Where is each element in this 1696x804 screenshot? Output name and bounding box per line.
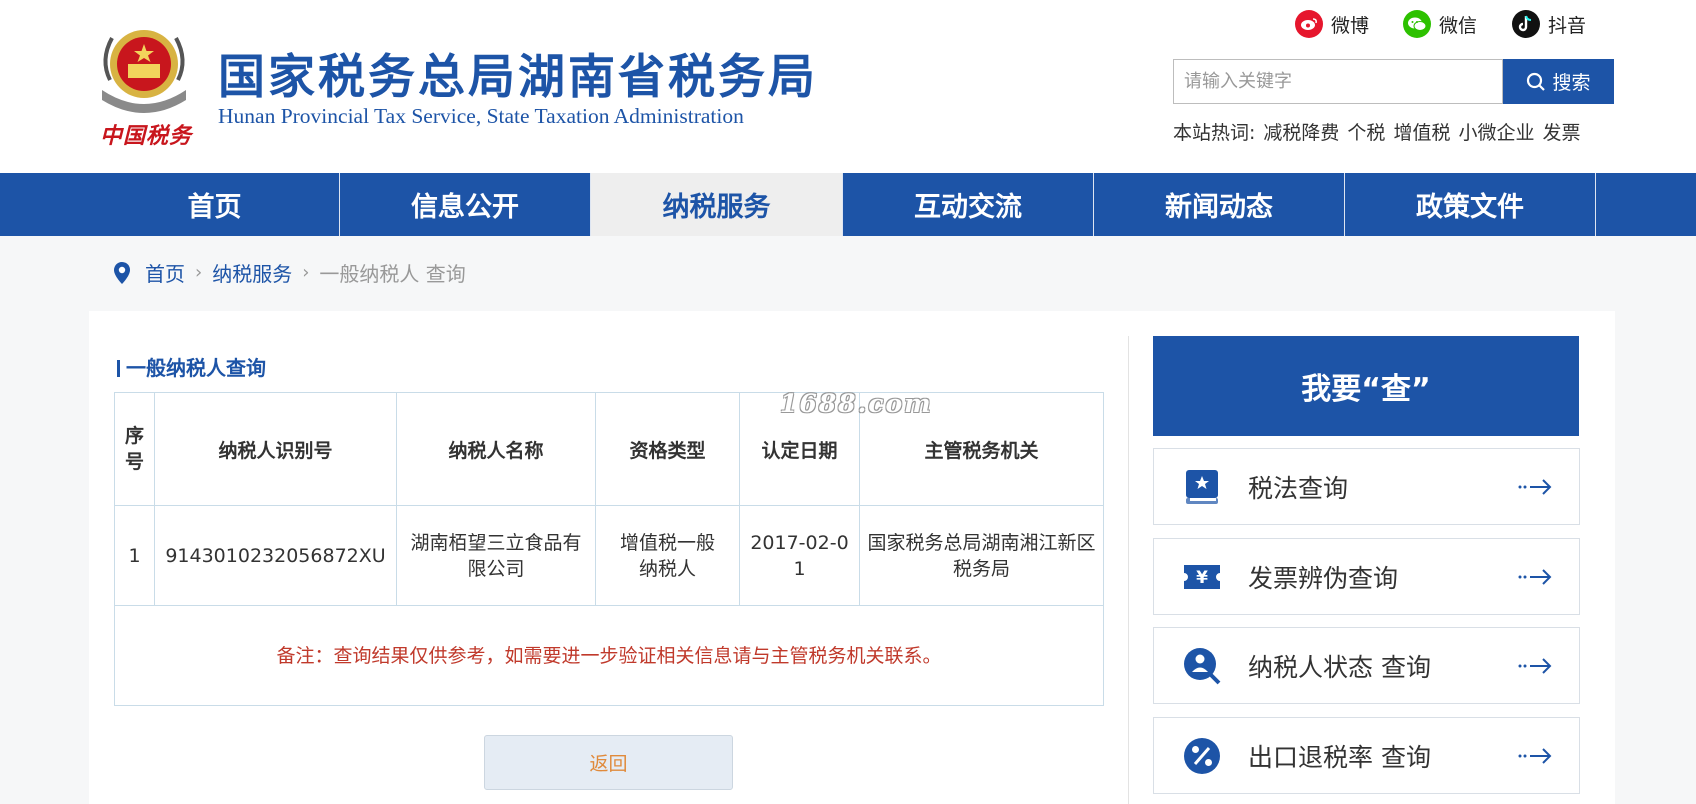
column-header: 纳税人识别号	[154, 392, 397, 506]
table-row: 1 9143010232056872XU 湖南栢望三立食品有限公司 增值税一般纳…	[114, 505, 1104, 606]
social-label: 微信	[1439, 14, 1478, 37]
section-title: 一般纳税人查询	[117, 352, 266, 381]
sidebar-item-export-rebate[interactable]: 出口退税率 查询	[1153, 717, 1580, 794]
nav-item-news[interactable]: 新闻动态	[1094, 173, 1344, 236]
hot-word-link[interactable]: 小微企业	[1458, 118, 1534, 145]
social-label: 微博	[1331, 14, 1370, 37]
search-icon	[1527, 72, 1546, 91]
sidebar-heading: 我要“查”	[1153, 336, 1579, 436]
result-table: 序号 纳税人识别号 纳税人名称 资格类型 认定日期 主管税务机关 1 91430…	[114, 392, 1104, 706]
sidebar-item-label: 纳税人状态 查询	[1248, 652, 1431, 682]
social-link-douyin[interactable]: 抖音	[1512, 10, 1586, 38]
sidebar-item-invoice-check[interactable]: ¥ 发票辨伪查询	[1153, 538, 1580, 615]
column-header: 序号	[114, 392, 155, 506]
location-pin-icon	[114, 261, 130, 284]
book-icon	[1182, 467, 1222, 507]
table-cell: 增值税一般纳税人	[595, 505, 740, 606]
arrow-right-icon	[1518, 568, 1552, 585]
chevron-right-icon: ›	[302, 262, 310, 283]
search-button[interactable]: 搜索	[1503, 59, 1614, 104]
douyin-icon	[1512, 10, 1540, 38]
nav-item-policy[interactable]: 政策文件	[1345, 173, 1595, 236]
nav-divider	[1595, 173, 1596, 236]
svg-text:¥: ¥	[1196, 568, 1208, 588]
breadcrumb: 首页 › 纳税服务 › 一般纳税人 查询	[113, 258, 466, 287]
back-button[interactable]: 返回	[484, 735, 733, 790]
chevron-right-icon: ›	[195, 262, 203, 283]
table-note: 备注：查询结果仅供参考，如需要进一步验证相关信息请与主管税务机关联系。	[114, 605, 1104, 706]
table-note-row: 备注：查询结果仅供参考，如需要进一步验证相关信息请与主管税务机关联系。	[114, 605, 1104, 706]
weibo-icon	[1295, 10, 1323, 38]
hot-words-label: 本站热词:	[1173, 122, 1256, 144]
table-header-row: 序号 纳税人识别号 纳税人名称 资格类型 认定日期 主管税务机关	[114, 392, 1104, 506]
arrow-right-icon	[1518, 478, 1552, 495]
social-link-wechat[interactable]: 微信	[1403, 10, 1477, 38]
sidebar-item-label: 发票辨伪查询	[1248, 563, 1399, 593]
arrow-right-icon	[1518, 657, 1552, 674]
invoice-icon: ¥	[1182, 557, 1222, 597]
site-title: 国家税务总局湖南省税务局	[218, 50, 818, 105]
table-cell: 2017-02-01	[739, 505, 860, 606]
sidebar-item-tax-law[interactable]: 税法查询	[1153, 448, 1580, 525]
breadcrumb-tax-service[interactable]: 纳税服务	[212, 258, 292, 287]
table-cell: 国家税务总局湖南湘江新区税务局	[859, 505, 1104, 606]
hot-word-link[interactable]: 个税	[1347, 118, 1385, 145]
panel-divider	[1128, 336, 1129, 804]
nav-item-home[interactable]: 首页	[90, 173, 339, 236]
social-link-weibo[interactable]: 微博	[1295, 10, 1369, 38]
wechat-icon	[1403, 10, 1431, 38]
sidebar-item-label: 税法查询	[1248, 473, 1349, 503]
person-search-icon	[1182, 646, 1222, 686]
social-label: 抖音	[1548, 14, 1587, 37]
watermark: 1688.com	[780, 389, 933, 418]
column-header: 纳税人名称	[396, 392, 596, 506]
site-header: 中国税务 国家税务总局湖南省税务局 Hunan Provincial Tax S…	[0, 0, 1696, 173]
hot-word-link[interactable]: 减税降费	[1263, 118, 1339, 145]
nav-item-interaction[interactable]: 互动交流	[843, 173, 1093, 236]
main-nav: 首页 信息公开 纳税服务 互动交流 新闻动态 政策文件	[0, 173, 1696, 236]
hot-word-link[interactable]: 增值税	[1393, 118, 1450, 145]
arrow-right-icon	[1518, 747, 1552, 764]
table-cell: 1	[114, 505, 155, 606]
table-cell: 湖南栢望三立食品有限公司	[396, 505, 596, 606]
breadcrumb-current: 一般纳税人 查询	[319, 262, 466, 286]
hot-word-link[interactable]: 发票	[1542, 118, 1580, 145]
nav-item-info[interactable]: 信息公开	[340, 173, 590, 236]
site-subtitle: Hunan Provincial Tax Service, State Taxa…	[218, 104, 744, 128]
table-cell: 9143010232056872XU	[154, 505, 397, 606]
search-input[interactable]	[1174, 60, 1502, 103]
column-header: 资格类型	[595, 392, 740, 506]
search-box	[1173, 59, 1503, 104]
search-button-label: 搜索	[1552, 72, 1591, 94]
nav-item-tax-service[interactable]: 纳税服务	[591, 173, 842, 236]
sidebar-item-label: 出口退税率 查询	[1248, 742, 1431, 772]
sidebar-item-taxpayer-status[interactable]: 纳税人状态 查询	[1153, 627, 1580, 704]
percent-icon	[1182, 736, 1222, 776]
breadcrumb-home[interactable]: 首页	[145, 258, 185, 287]
logo-seal-text: 中国税务	[100, 123, 193, 149]
hot-words: 本站热词: 减税降费 个税 增值税 小微企业 发票	[1173, 118, 1580, 145]
national-emblem-icon	[102, 30, 186, 113]
